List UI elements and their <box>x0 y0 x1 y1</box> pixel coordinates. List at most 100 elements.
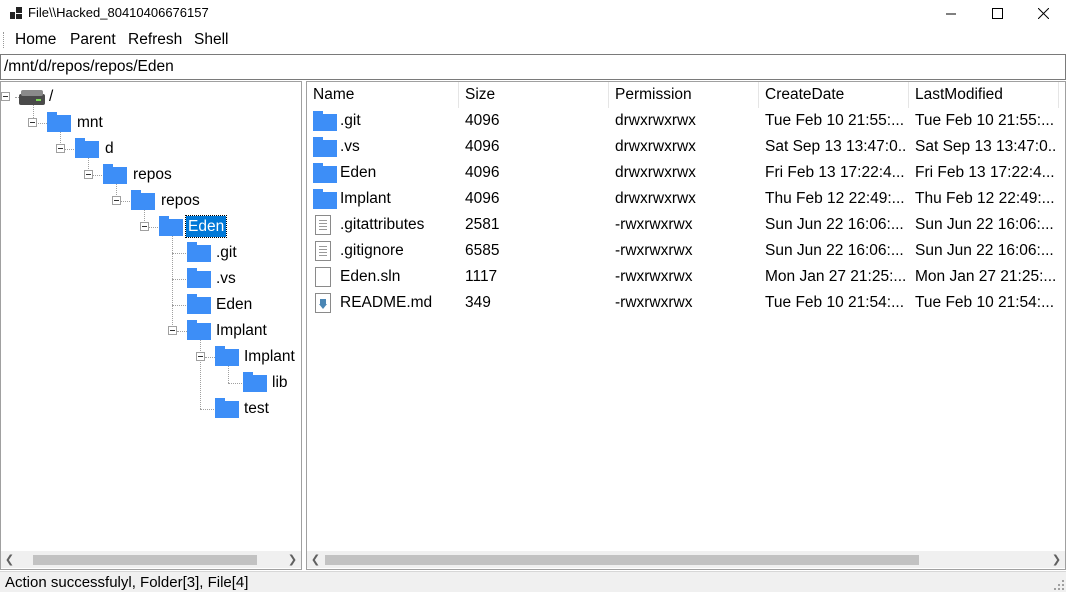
column-header-createdate[interactable]: CreateDate <box>759 82 909 108</box>
file-lastmodified: Tue Feb 10 21:55:... <box>915 112 1055 129</box>
scroll-left-icon[interactable]: ❮ <box>307 551 324 568</box>
column-header-name[interactable]: Name <box>307 82 459 108</box>
folder-icon <box>187 268 211 288</box>
list-horizontal-scrollbar[interactable]: ❮ ❯ <box>307 551 1065 568</box>
menu-parent[interactable]: Parent <box>70 31 116 49</box>
scroll-right-icon[interactable]: ❯ <box>284 551 301 568</box>
file-createdate: Thu Feb 12 22:49:... <box>765 190 905 207</box>
tree-connector <box>205 357 215 358</box>
scrollbar-thumb[interactable] <box>33 555 257 565</box>
resize-grip-icon[interactable] <box>1052 578 1064 590</box>
close-button[interactable] <box>1020 0 1066 26</box>
file-list[interactable]: Name Size Permission CreateDate LastModi… <box>306 81 1066 570</box>
folder-tree[interactable]: / mnt d repos repos Eden .git .vs Eden I… <box>0 81 302 570</box>
folder-icon <box>103 164 127 184</box>
tree-item-git[interactable]: .git <box>214 242 239 263</box>
tree-connector <box>172 279 186 280</box>
path-bar <box>0 54 1066 80</box>
status-bar: Action successfulyl, Folder[3], File[4] <box>0 571 1066 592</box>
tree-item-root[interactable]: / <box>47 86 55 107</box>
tree-item-d[interactable]: d <box>103 138 116 159</box>
tree-item-repos-nested[interactable]: repos <box>159 190 202 211</box>
list-item[interactable]: Eden 4096 drwxrwxrwx Fri Feb 13 17:22:4.… <box>307 160 1065 186</box>
blank-file-icon <box>315 267 331 287</box>
list-item[interactable]: .vs 4096 drwxrwxrwx Sat Sep 13 13:47:0..… <box>307 134 1065 160</box>
tree-collapse-toggle[interactable] <box>140 222 149 231</box>
app-icon <box>10 7 22 19</box>
tree-collapse-toggle[interactable] <box>168 326 177 335</box>
file-lastmodified: Thu Feb 12 22:49:... <box>915 190 1055 207</box>
scroll-right-icon[interactable]: ❯ <box>1048 551 1065 568</box>
tree-collapse-toggle[interactable] <box>84 170 93 179</box>
folder-icon <box>187 320 211 340</box>
column-header-lastmodified[interactable]: LastModified <box>909 82 1059 108</box>
file-lastmodified: Fri Feb 13 17:22:4... <box>915 164 1055 181</box>
drive-icon <box>19 90 45 105</box>
list-item[interactable]: README.md 349 -rwxrwxrwx Tue Feb 10 21:5… <box>307 290 1065 316</box>
scrollbar-thumb[interactable] <box>325 555 919 565</box>
column-header-size[interactable]: Size <box>459 82 609 108</box>
file-lastmodified: Sun Jun 22 16:06:... <box>915 216 1054 233</box>
file-name: README.md <box>340 294 433 311</box>
folder-icon <box>131 190 155 210</box>
folder-icon <box>215 398 239 418</box>
file-size: 6585 <box>465 242 500 259</box>
column-header-permission[interactable]: Permission <box>609 82 759 108</box>
maximize-button[interactable] <box>974 0 1020 26</box>
minimize-button[interactable] <box>928 0 974 26</box>
tree-collapse-toggle[interactable] <box>28 118 37 127</box>
tree-item-lib[interactable]: lib <box>270 372 290 393</box>
file-permission: drwxrwxrwx <box>615 164 696 181</box>
file-lastmodified: Sat Sep 13 13:47:0... <box>915 138 1057 155</box>
folder-icon <box>75 138 99 158</box>
file-size: 2581 <box>465 216 500 233</box>
tree-collapse-toggle[interactable] <box>56 144 65 153</box>
tree-item-implant-sub[interactable]: Implant <box>242 346 297 367</box>
tree-item-vs[interactable]: .vs <box>214 268 238 289</box>
tree-horizontal-scrollbar[interactable]: ❮ ❯ <box>1 551 301 568</box>
list-item[interactable]: .gitattributes 2581 -rwxrwxrwx Sun Jun 2… <box>307 212 1065 238</box>
folder-icon <box>215 346 239 366</box>
tree-connector <box>200 336 201 409</box>
tree-collapse-toggle[interactable] <box>1 92 10 101</box>
file-size: 4096 <box>465 112 500 129</box>
title-bar: File\\Hacked_80410406676157 <box>0 0 1066 26</box>
file-permission: -rwxrwxrwx <box>615 242 693 259</box>
tree-item-mnt[interactable]: mnt <box>75 112 105 133</box>
list-item[interactable]: Eden.sln 1117 -rwxrwxrwx Mon Jan 27 21:2… <box>307 264 1065 290</box>
file-name: Eden.sln <box>340 268 401 285</box>
text-file-icon <box>315 215 331 235</box>
list-item[interactable]: .gitignore 6585 -rwxrwxrwx Sun Jun 22 16… <box>307 238 1065 264</box>
scroll-left-icon[interactable]: ❮ <box>1 551 18 568</box>
file-createdate: Tue Feb 10 21:54:... <box>765 294 905 311</box>
file-lastmodified: Sun Jun 22 16:06:... <box>915 242 1054 259</box>
folder-icon <box>313 111 337 131</box>
tree-item-test[interactable]: test <box>242 398 271 419</box>
file-name: .gitattributes <box>340 216 425 233</box>
file-size: 349 <box>465 294 491 311</box>
folder-icon <box>243 372 267 392</box>
file-createdate: Tue Feb 10 21:55:... <box>765 112 905 129</box>
tree-item-repos[interactable]: repos <box>131 164 174 185</box>
menu-shell[interactable]: Shell <box>194 31 228 49</box>
menu-refresh[interactable]: Refresh <box>128 31 182 49</box>
menu-home[interactable]: Home <box>15 31 56 49</box>
tree-collapse-toggle[interactable] <box>196 352 205 361</box>
file-createdate: Sun Jun 22 16:06:... <box>765 216 904 233</box>
tree-connector <box>200 409 214 410</box>
file-permission: -rwxrwxrwx <box>615 216 693 233</box>
tree-item-eden-sub[interactable]: Eden <box>214 294 254 315</box>
folder-icon <box>313 137 337 157</box>
file-name: Eden <box>340 164 377 181</box>
file-createdate: Sat Sep 13 13:47:0... <box>765 138 907 155</box>
list-item[interactable]: .git 4096 drwxrwxrwx Tue Feb 10 21:55:..… <box>307 108 1065 134</box>
file-size: 4096 <box>465 138 500 155</box>
tree-item-eden[interactable]: Eden <box>184 215 228 238</box>
tree-item-implant[interactable]: Implant <box>214 320 269 341</box>
list-item[interactable]: Implant 4096 drwxrwxrwx Thu Feb 12 22:49… <box>307 186 1065 212</box>
menu-grip <box>3 32 6 48</box>
tree-collapse-toggle[interactable] <box>112 196 121 205</box>
path-input[interactable] <box>4 57 1054 77</box>
status-text: Action successfulyl, Folder[3], File[4] <box>5 574 249 591</box>
folder-icon <box>313 163 337 183</box>
